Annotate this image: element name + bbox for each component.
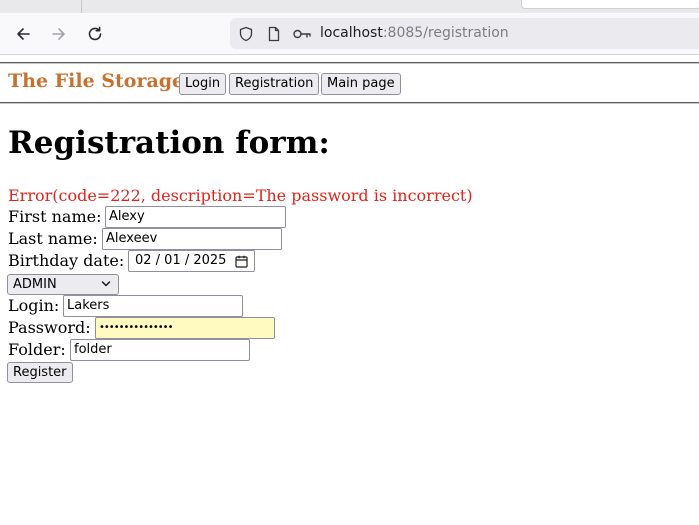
error-message: Error(code=222, description=The password… — [8, 186, 473, 205]
last-name-label: Last name: — [8, 229, 98, 248]
password-label: Password: — [8, 318, 91, 337]
forward-button[interactable] — [48, 23, 70, 45]
forward-arrow-icon — [52, 28, 65, 40]
folder-label: Folder: — [8, 340, 66, 359]
shield-icon[interactable] — [238, 26, 254, 42]
role-select[interactable]: ADMIN — [7, 274, 119, 295]
reload-button[interactable] — [84, 23, 106, 45]
login-label: Login: — [8, 296, 60, 315]
active-tab[interactable] — [521, 0, 699, 9]
header-top-rule — [0, 62, 699, 64]
tab-strip — [0, 0, 699, 13]
address-bar[interactable]: localhost:8085/registration — [230, 18, 699, 49]
back-button[interactable] — [12, 23, 34, 45]
first-name-input[interactable]: Alexy — [105, 206, 286, 228]
birthday-label: Birthday date: — [8, 251, 125, 270]
register-button[interactable]: Register — [7, 362, 73, 383]
key-icon[interactable] — [292, 26, 312, 42]
birthday-date-value: 02 / 01 / 2025 — [135, 253, 227, 268]
brand-title: The File Storage — [8, 70, 185, 92]
tab-separator — [81, 0, 82, 13]
reload-icon — [88, 26, 102, 41]
first-name-label: First name: — [8, 207, 102, 226]
chevron-down-icon — [101, 281, 111, 287]
role-select-value: ADMIN — [13, 277, 57, 292]
login-nav-button[interactable]: Login — [179, 73, 227, 95]
header-bottom-rule — [0, 102, 699, 104]
login-input[interactable]: Lakers — [63, 295, 243, 317]
folder-input[interactable]: folder — [70, 339, 250, 361]
page-title: Registration form: — [8, 125, 330, 161]
birthday-date-input[interactable]: 02 / 01 / 2025 — [128, 250, 255, 272]
url-text[interactable]: localhost:8085/registration — [320, 24, 509, 42]
back-arrow-icon — [17, 28, 30, 40]
url-path: :8085/registration — [382, 25, 509, 41]
calendar-icon[interactable] — [235, 255, 248, 268]
browser-toolbar: localhost:8085/registration — [0, 13, 699, 55]
last-name-input[interactable]: Alexeev — [102, 228, 282, 250]
password-input[interactable]: ••••••••••••••• — [95, 317, 275, 339]
registration-nav-button[interactable]: Registration — [229, 73, 320, 95]
url-host: localhost — [320, 25, 383, 41]
page-icon[interactable] — [266, 26, 282, 42]
main-page-nav-button[interactable]: Main page — [321, 73, 401, 95]
